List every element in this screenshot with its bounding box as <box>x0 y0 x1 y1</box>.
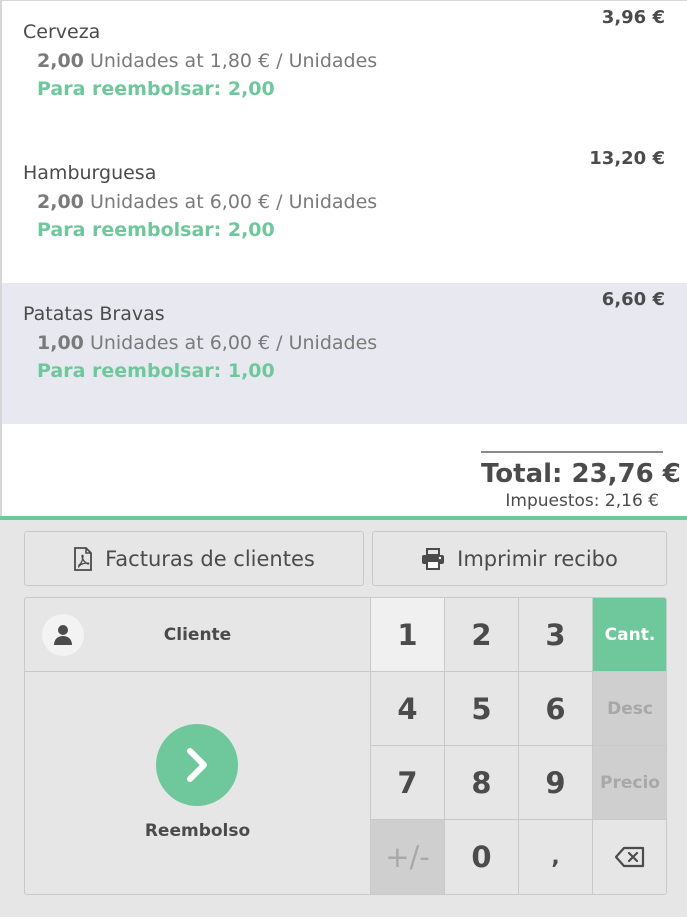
orderline-product-name: Patatas Bravas <box>23 303 165 325</box>
mode-quantity-button[interactable]: Cant. <box>593 598 666 672</box>
refund-label: Reembolso <box>144 821 251 841</box>
orderline-info: 1,00 Unidades at 6,00 € / Unidades <box>37 332 377 354</box>
section-divider <box>0 516 687 520</box>
numpad-key-8[interactable]: 8 <box>445 746 519 820</box>
order-widget: Cerveza 3,96 € 2,00 Unidades at 1,80 € /… <box>0 0 687 517</box>
numpad-key-4[interactable]: 4 <box>371 672 445 746</box>
numpad-key-3[interactable]: 3 <box>519 598 593 672</box>
refund-button[interactable]: Reembolso <box>25 672 370 894</box>
orderline-price: 6,60 € <box>601 289 665 310</box>
orderline-refund-qty: Para reembolsar: 2,00 <box>37 219 275 241</box>
mode-price-button[interactable]: Precio <box>593 746 666 820</box>
actionpad-numpad-panel: Cliente Reembolso 1 2 3 Cant. 4 5 6 Desc… <box>24 597 667 895</box>
backspace-icon <box>615 846 645 868</box>
orderline-info: 2,00 Unidades at 1,80 € / Unidades <box>37 50 377 72</box>
file-pdf-icon <box>73 546 93 571</box>
orderline-unit-detail: Unidades at 6,00 € / Unidades <box>89 191 378 213</box>
numpad: 1 2 3 Cant. 4 5 6 Desc 7 8 9 Precio +/- … <box>370 598 666 894</box>
orderline-price: 13,20 € <box>589 148 665 169</box>
orderline-refund-qty: Para reembolsar: 2,00 <box>37 78 275 100</box>
numpad-key-2[interactable]: 2 <box>445 598 519 672</box>
set-customer-button[interactable]: Cliente <box>25 598 370 672</box>
orderline-cerveza[interactable]: Cerveza 3,96 € 2,00 Unidades at 1,80 € /… <box>2 1 687 142</box>
numpad-key-6[interactable]: 6 <box>519 672 593 746</box>
numpad-key-9[interactable]: 9 <box>519 746 593 820</box>
print-receipt-label: Imprimir recibo <box>457 546 618 571</box>
orderline-qty: 1,00 <box>37 332 84 354</box>
orderline-qty: 2,00 <box>37 50 84 72</box>
order-taxes: Impuestos: 2,16 € <box>505 491 659 511</box>
order-total: Total: 23,76 € <box>481 459 681 489</box>
order-summary: Total: 23,76 € Impuestos: 2,16 € <box>481 451 681 511</box>
orderline-price: 3,96 € <box>601 7 665 28</box>
customer-invoices-button[interactable]: Facturas de clientes <box>24 531 364 586</box>
orderline-qty: 2,00 <box>37 191 84 213</box>
print-receipt-button[interactable]: Imprimir recibo <box>372 531 667 586</box>
chevron-right-icon <box>156 724 238 806</box>
orderline-refund-qty: Para reembolsar: 1,00 <box>37 360 275 382</box>
numpad-key-5[interactable]: 5 <box>445 672 519 746</box>
orderline-unit-detail: Unidades at 6,00 € / Unidades <box>89 332 378 354</box>
numpad-key-1[interactable]: 1 <box>371 598 445 672</box>
orderline-product-name: Hamburguesa <box>23 162 157 184</box>
numpad-key-0[interactable]: 0 <box>445 820 519 894</box>
orderline-unit-detail: Unidades at 1,80 € / Unidades <box>89 50 378 72</box>
orderline-product-name: Cerveza <box>23 21 101 43</box>
customer-invoices-label: Facturas de clientes <box>105 546 315 571</box>
orderline-info: 2,00 Unidades at 6,00 € / Unidades <box>37 191 377 213</box>
mode-discount-button[interactable]: Desc <box>593 672 666 746</box>
orderline-hamburguesa[interactable]: Hamburguesa 13,20 € 2,00 Unidades at 6,0… <box>2 142 687 283</box>
numpad-decimal-button[interactable]: , <box>519 820 593 894</box>
orderline-patatas-bravas[interactable]: Patatas Bravas 6,60 € 1,00 Unidades at 6… <box>2 283 687 424</box>
numpad-key-7[interactable]: 7 <box>371 746 445 820</box>
customer-label: Cliente <box>163 624 232 645</box>
numpad-backspace-button[interactable] <box>593 820 666 894</box>
printer-icon <box>421 547 445 570</box>
numpad-sign-button[interactable]: +/- <box>371 820 445 894</box>
